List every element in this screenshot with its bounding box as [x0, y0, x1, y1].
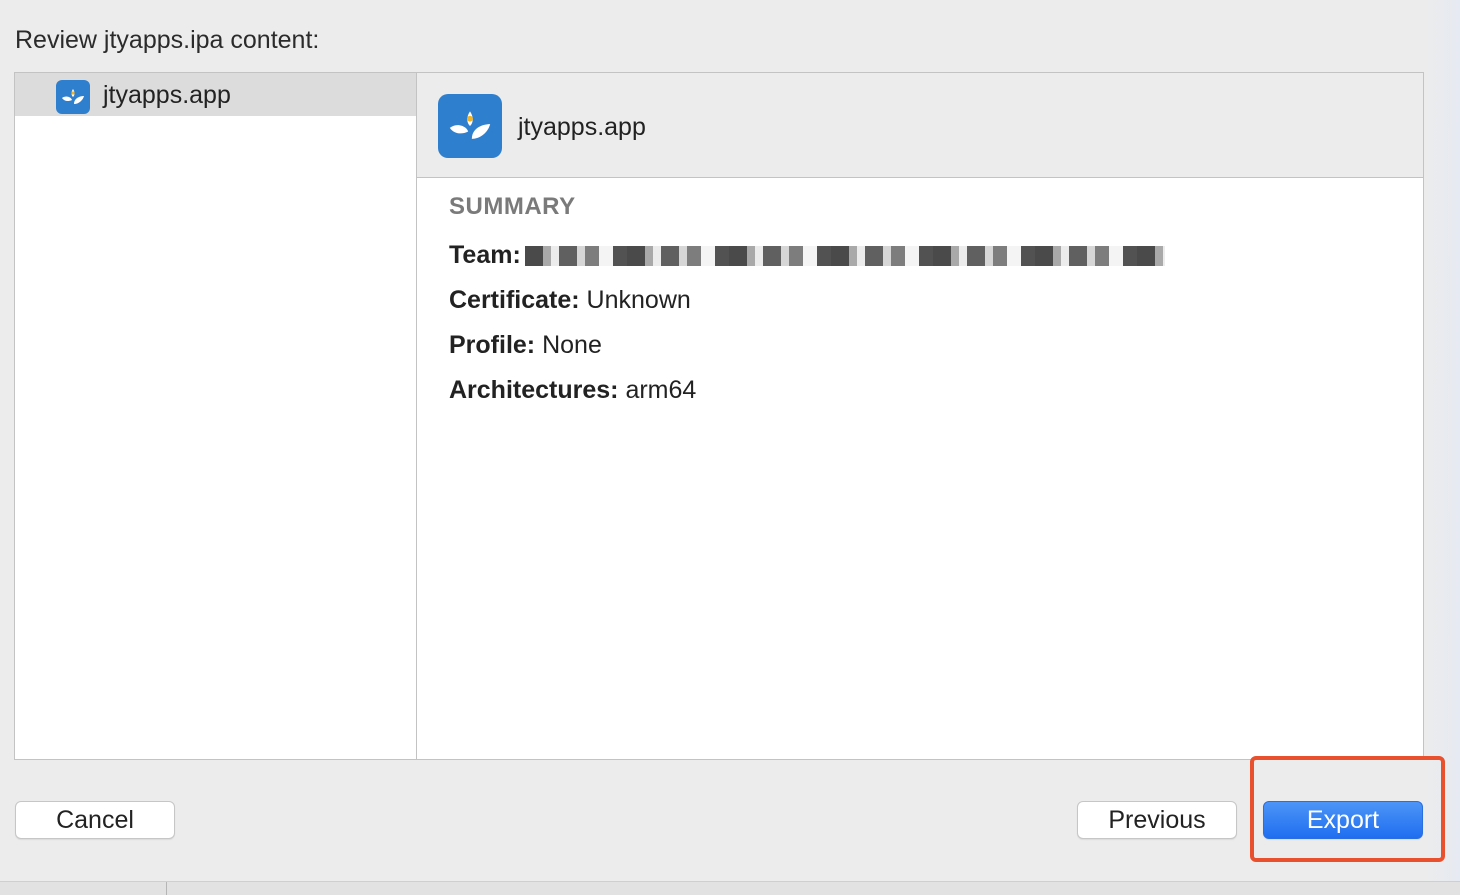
- summary-row-profile: Profile: None: [449, 323, 1165, 368]
- content-panel: jtyapps.app jtyapps.app SUMMARY Team: Ce…: [14, 72, 1424, 760]
- app-name: jtyapps.app: [518, 113, 646, 141]
- bottom-divider: [166, 882, 167, 895]
- summary-row-certificate: Certificate: Unknown: [449, 278, 1165, 323]
- app-icon: [56, 80, 90, 114]
- bottom-strip: [0, 881, 1460, 895]
- detail-header: jtyapps.app: [417, 73, 1423, 178]
- window-edge: [1423, 0, 1460, 881]
- sidebar: jtyapps.app: [15, 73, 417, 759]
- certificate-label: Certificate:: [449, 286, 580, 314]
- app-icon-large: [438, 94, 502, 158]
- previous-button[interactable]: Previous: [1077, 801, 1237, 839]
- sidebar-item-app[interactable]: jtyapps.app: [15, 73, 416, 116]
- summary-row-architectures: Architectures: arm64: [449, 368, 1165, 413]
- profile-label: Profile:: [449, 331, 536, 359]
- redacted-team-value: [524, 246, 1165, 267]
- summary-heading: SUMMARY: [449, 193, 576, 220]
- certificate-value: Unknown: [586, 286, 691, 314]
- cancel-button[interactable]: Cancel: [15, 801, 175, 839]
- summary-row-team: Team:: [449, 233, 1165, 278]
- sidebar-item-label: jtyapps.app: [103, 81, 231, 109]
- dialog-title: Review jtyapps.ipa content:: [15, 26, 320, 54]
- summary-section: SUMMARY Team: Certificate: Unknown Profi…: [449, 193, 1165, 413]
- profile-value: None: [542, 331, 602, 359]
- architectures-label: Architectures:: [449, 376, 619, 404]
- export-highlight-annotation: [1250, 756, 1445, 862]
- architectures-value: arm64: [625, 376, 697, 404]
- detail-pane: jtyapps.app SUMMARY Team: Certificate: U…: [417, 73, 1423, 759]
- team-label: Team:: [449, 241, 521, 269]
